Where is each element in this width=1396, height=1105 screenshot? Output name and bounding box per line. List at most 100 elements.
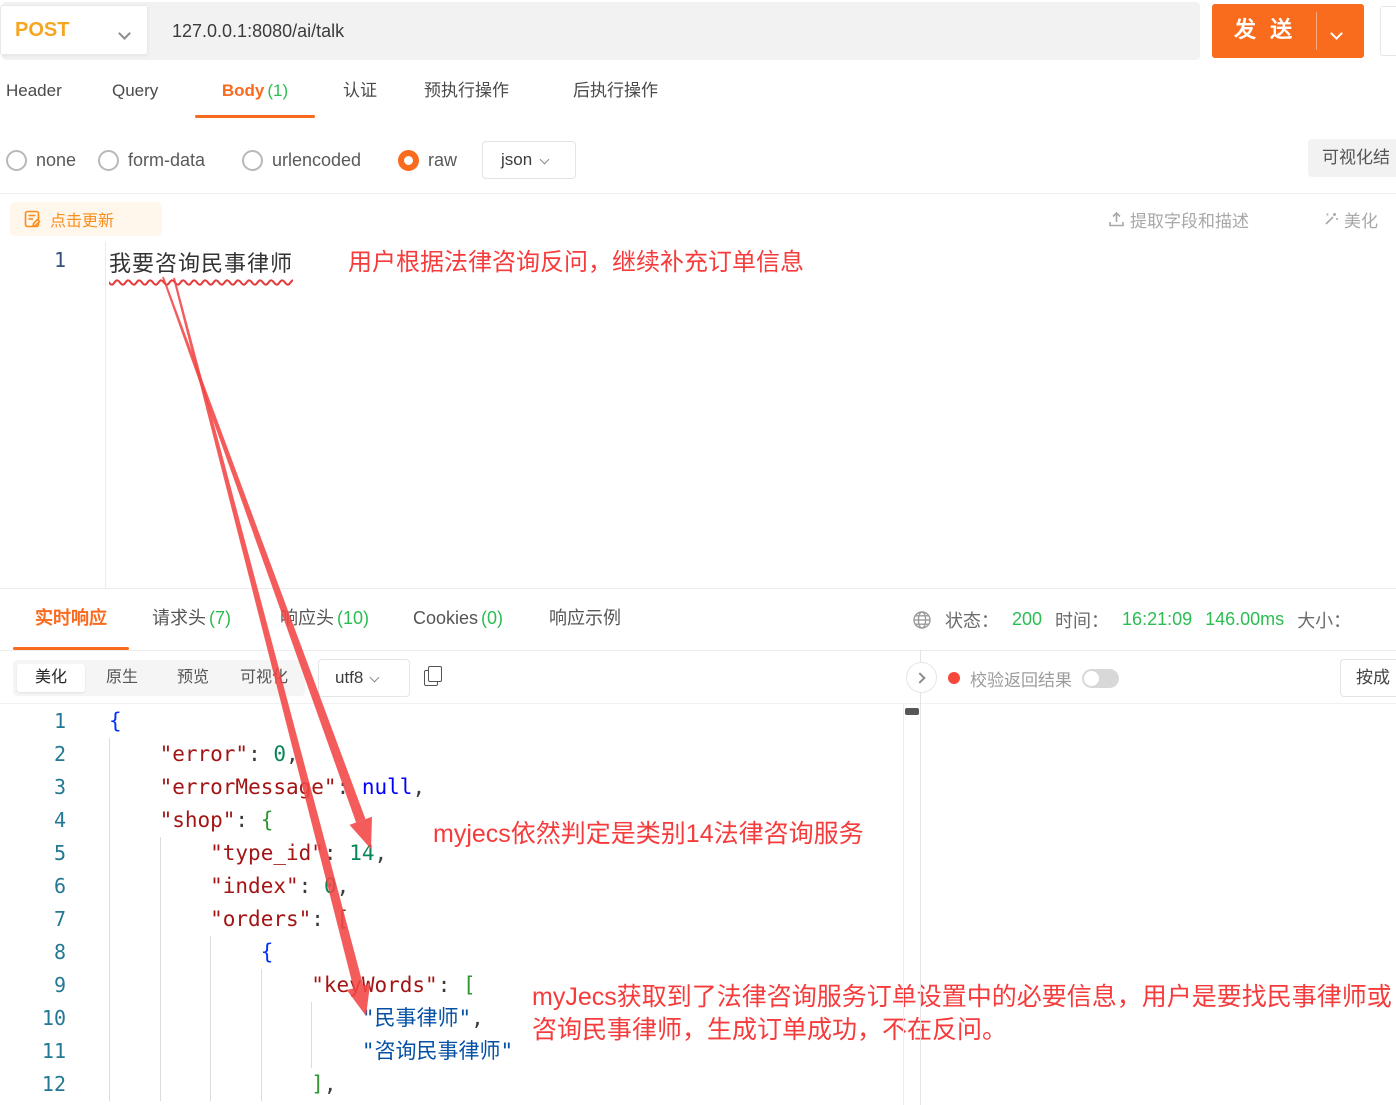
code-line: 10"民事律师", — [0, 1002, 903, 1035]
request-body-text[interactable]: 我要咨询民事律师 — [109, 246, 293, 278]
beautify-label: 美化 — [1344, 207, 1378, 232]
indent-guide — [311, 1035, 362, 1068]
body-type-form-data[interactable]: form-data — [98, 132, 205, 188]
radio-icon — [242, 150, 263, 171]
code-line: 6 "index": 0, — [0, 870, 903, 903]
indent-guide — [109, 837, 160, 870]
indent-guide — [210, 936, 261, 969]
api-tool-window: 127.0.0.1:8080/ai/talk POST 发 送 Header Qu… — [0, 0, 1396, 1105]
token: : — [235, 808, 260, 832]
response-tabs: 实时响应请求头(7) 响应头(10) Cookies(0) 响应示例 — [0, 589, 900, 650]
tab-count: (1) — [267, 81, 288, 100]
body-type-none[interactable]: none — [6, 132, 76, 188]
token: , — [375, 841, 388, 865]
indent-guide — [210, 1068, 261, 1101]
tab-count: (7) — [209, 608, 231, 628]
token: "error" — [160, 742, 249, 766]
line-content: "type_id": 14, — [109, 837, 903, 870]
token: null — [362, 775, 413, 799]
tab-label: 认证 — [343, 81, 377, 100]
mode-原生[interactable]: 原生 — [88, 664, 156, 692]
code-line: 2"error": 0, — [0, 738, 903, 771]
indent-guide — [160, 1035, 211, 1068]
indent-guide — [109, 969, 160, 1002]
token: : — [337, 775, 362, 799]
line-number: 11 — [0, 1035, 66, 1068]
tab-count: (10) — [337, 608, 369, 628]
globe-icon — [912, 610, 932, 630]
body-type-raw[interactable]: raw — [398, 132, 457, 188]
mode-美化[interactable]: 美化 — [17, 664, 85, 692]
tab-Query[interactable]: Query — [112, 62, 158, 120]
beautify-link[interactable]: 美化 — [1322, 202, 1378, 236]
indent-guide — [109, 1035, 160, 1068]
encoding-select[interactable]: utf8 — [318, 659, 410, 697]
partial-right-button[interactable]: 按成 — [1340, 659, 1396, 697]
method-select[interactable]: POST — [0, 5, 148, 55]
line-content: "index": 0, — [109, 870, 903, 903]
code-line: 9"keyWords": [ — [0, 969, 903, 1002]
indent-guide — [160, 1002, 211, 1035]
token: "errorMessage" — [160, 775, 337, 799]
indent-guide — [109, 738, 160, 771]
line-number: 6 — [0, 870, 66, 903]
tab-Cookies[interactable]: Cookies(0) — [413, 589, 503, 650]
mode-可视化[interactable]: 可视化 — [230, 664, 298, 692]
token: : — [311, 907, 336, 931]
divider — [0, 650, 1396, 651]
validate-result-label: 校验返回结果 — [970, 666, 1072, 691]
visualize-result-button[interactable]: 可视化结 — [1308, 139, 1396, 177]
mode-预览[interactable]: 预览 — [159, 664, 227, 692]
collapse-panel-button[interactable] — [906, 662, 937, 693]
url-field[interactable]: 127.0.0.1:8080/ai/talk — [2, 2, 1200, 60]
token: [ — [337, 907, 350, 931]
tab-Header[interactable]: Header — [6, 62, 62, 120]
indent-guide — [160, 870, 211, 903]
radio-icon — [98, 150, 119, 171]
validate-result-toggle[interactable] — [1082, 669, 1119, 688]
click-update-button[interactable]: 点击更新 — [10, 202, 162, 236]
response-view-modes: 美化原生预览可视化 — [13, 660, 305, 696]
code-line: 12], — [0, 1068, 903, 1101]
tab-响应头[interactable]: 响应头(10) — [280, 589, 369, 650]
tab-实时响应[interactable]: 实时响应 — [13, 589, 129, 650]
indent-guide — [109, 870, 160, 903]
tab-label: Query — [112, 81, 158, 100]
request-bar: 127.0.0.1:8080/ai/talk POST 发 送 — [0, 0, 1396, 62]
line-content: "民事律师", — [109, 1002, 903, 1035]
response-code[interactable]: 1{2"error": 0,3"errorMessage": null,4"sh… — [0, 705, 903, 1105]
indent-guide — [109, 1068, 160, 1101]
radio-label: none — [36, 150, 76, 171]
body-type-urlencoded[interactable]: urlencoded — [242, 132, 361, 188]
size-label: 大小： — [1297, 607, 1351, 633]
indent-guide — [109, 936, 160, 969]
url-value[interactable]: 127.0.0.1:8080/ai/talk — [172, 2, 344, 60]
chevron-down-icon[interactable] — [1332, 25, 1341, 43]
tab-预执行操作[interactable]: 预执行操作 — [424, 62, 509, 120]
indent-guide — [109, 903, 160, 936]
tab-Body[interactable]: Body(1) — [195, 62, 315, 120]
editor-border — [903, 703, 904, 1105]
extract-fields-label: 提取字段和描述 — [1130, 207, 1249, 232]
tab-count: (0) — [481, 608, 503, 628]
tab-认证[interactable]: 认证 — [343, 62, 377, 120]
extract-fields-link[interactable]: 提取字段和描述 — [1108, 202, 1249, 236]
token: "民事律师" — [362, 1006, 471, 1030]
line-number: 7 — [0, 903, 66, 936]
tab-后执行操作[interactable]: 后执行操作 — [573, 62, 658, 120]
tab-请求头[interactable]: 请求头(7) — [152, 589, 231, 650]
indent-guide — [160, 903, 211, 936]
indent-guide — [261, 1002, 312, 1035]
token: : — [248, 742, 273, 766]
send-button[interactable]: 发 送 — [1212, 4, 1364, 58]
method-value: POST — [15, 6, 69, 54]
copy-icon[interactable] — [424, 666, 441, 685]
scrollbar-thumb[interactable] — [905, 708, 919, 715]
partial-button-cut[interactable] — [1380, 6, 1396, 56]
line-number: 4 — [0, 804, 66, 837]
request-body-editor[interactable]: 1 我要咨询民事律师 — [0, 242, 1396, 588]
line-number: 5 — [0, 837, 66, 870]
status-code: 200 — [1012, 609, 1042, 630]
tab-响应示例[interactable]: 响应示例 — [549, 589, 621, 650]
raw-type-select[interactable]: json — [482, 141, 576, 179]
